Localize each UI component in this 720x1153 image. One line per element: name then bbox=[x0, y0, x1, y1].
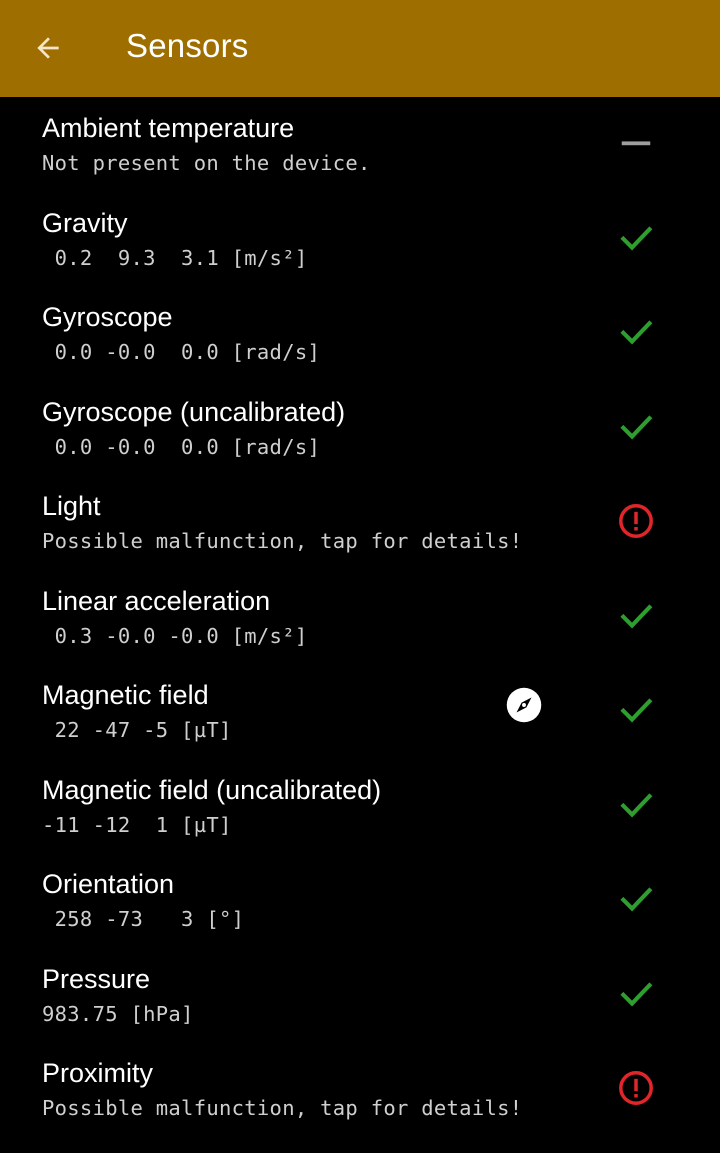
sensor-name: Linear acceleration bbox=[42, 585, 271, 616]
sensor-reading: Possible malfunction, tap for details! bbox=[42, 1096, 523, 1120]
compass-icon[interactable] bbox=[506, 687, 542, 723]
sensor-row[interactable]: Gyroscope 0.0 -0.0 0.0 [rad/s] bbox=[0, 286, 720, 381]
arrow-back-icon bbox=[37, 37, 59, 59]
sensor-reading: 0.2 9.3 3.1 [m/s²] bbox=[42, 245, 308, 270]
sensor-reading: 22 -47 -5 [µT] bbox=[42, 718, 232, 742]
sensor-name: Gravity bbox=[42, 207, 128, 238]
sensor-list: Ambient temperature Not present on the de… bbox=[0, 97, 720, 1137]
sensor-name: Light bbox=[42, 491, 101, 521]
sensor-reading: Not present on the device. bbox=[42, 151, 371, 175]
sensor-row[interactable]: Pressure 983.75 [hPa] bbox=[0, 948, 720, 1043]
checkmark-icon bbox=[614, 783, 658, 827]
sensor-row[interactable]: Proximity Possible malfunction, tap for d… bbox=[0, 1042, 720, 1137]
sensor-name: Pressure bbox=[42, 963, 151, 994]
page-title: Sensors bbox=[126, 27, 249, 64]
error-alert-icon bbox=[614, 1066, 658, 1110]
dash-icon bbox=[614, 121, 658, 165]
sensor-reading: 0.3 -0.0 -0.0 [m/s²] bbox=[42, 623, 308, 648]
sensor-row[interactable]: Light Possible malfunction, tap for detai… bbox=[0, 475, 720, 570]
sensor-row[interactable]: Linear acceleration 0.3 -0.0 -0.0 [m/s²] bbox=[0, 570, 720, 665]
sensor-row[interactable]: Gyroscope (uncalibrated) 0.0 -0.0 0.0 [r… bbox=[0, 381, 720, 476]
checkmark-icon bbox=[614, 972, 658, 1016]
checkmark-icon bbox=[614, 688, 658, 732]
sensor-name: Gyroscope (uncalibrated) bbox=[42, 396, 346, 427]
sensor-row[interactable]: Magnetic field 22 -47 -5 [µT] bbox=[0, 664, 720, 759]
checkmark-icon bbox=[614, 216, 658, 260]
sensor-reading: 258 -73 3 [°] bbox=[42, 907, 245, 931]
sensor-row[interactable]: Gravity 0.2 9.3 3.1 [m/s²] bbox=[0, 192, 720, 287]
checkmark-icon bbox=[614, 877, 658, 921]
sensor-name: Magnetic field (uncalibrated) bbox=[42, 774, 382, 805]
error-alert-icon bbox=[614, 499, 658, 543]
back-button[interactable] bbox=[18, 18, 78, 78]
sensor-reading: 0.0 -0.0 0.0 [rad/s] bbox=[42, 434, 321, 459]
checkmark-icon bbox=[614, 310, 658, 354]
sensor-row[interactable]: Orientation 258 -73 3 [°] bbox=[0, 853, 720, 948]
sensor-reading: 983.75 [hPa] bbox=[42, 1001, 194, 1026]
sensor-name: Orientation bbox=[42, 869, 175, 899]
sensor-name: Ambient temperature bbox=[42, 113, 295, 143]
sensor-reading: Possible malfunction, tap for details! bbox=[42, 529, 523, 553]
sensor-name: Magnetic field bbox=[42, 680, 209, 710]
checkmark-icon bbox=[614, 594, 658, 638]
sensor-row[interactable]: Ambient temperature Not present on the de… bbox=[0, 97, 720, 192]
sensor-name: Proximity bbox=[42, 1058, 154, 1088]
sensor-reading: -11 -12 1 [µT] bbox=[42, 812, 232, 837]
sensor-name: Gyroscope bbox=[42, 302, 173, 332]
app-bar: Sensors bbox=[0, 0, 720, 97]
sensor-row[interactable]: Magnetic field (uncalibrated) -11 -12 1 [… bbox=[0, 759, 720, 854]
checkmark-icon bbox=[614, 405, 658, 449]
sensor-reading: 0.0 -0.0 0.0 [rad/s] bbox=[42, 340, 321, 364]
